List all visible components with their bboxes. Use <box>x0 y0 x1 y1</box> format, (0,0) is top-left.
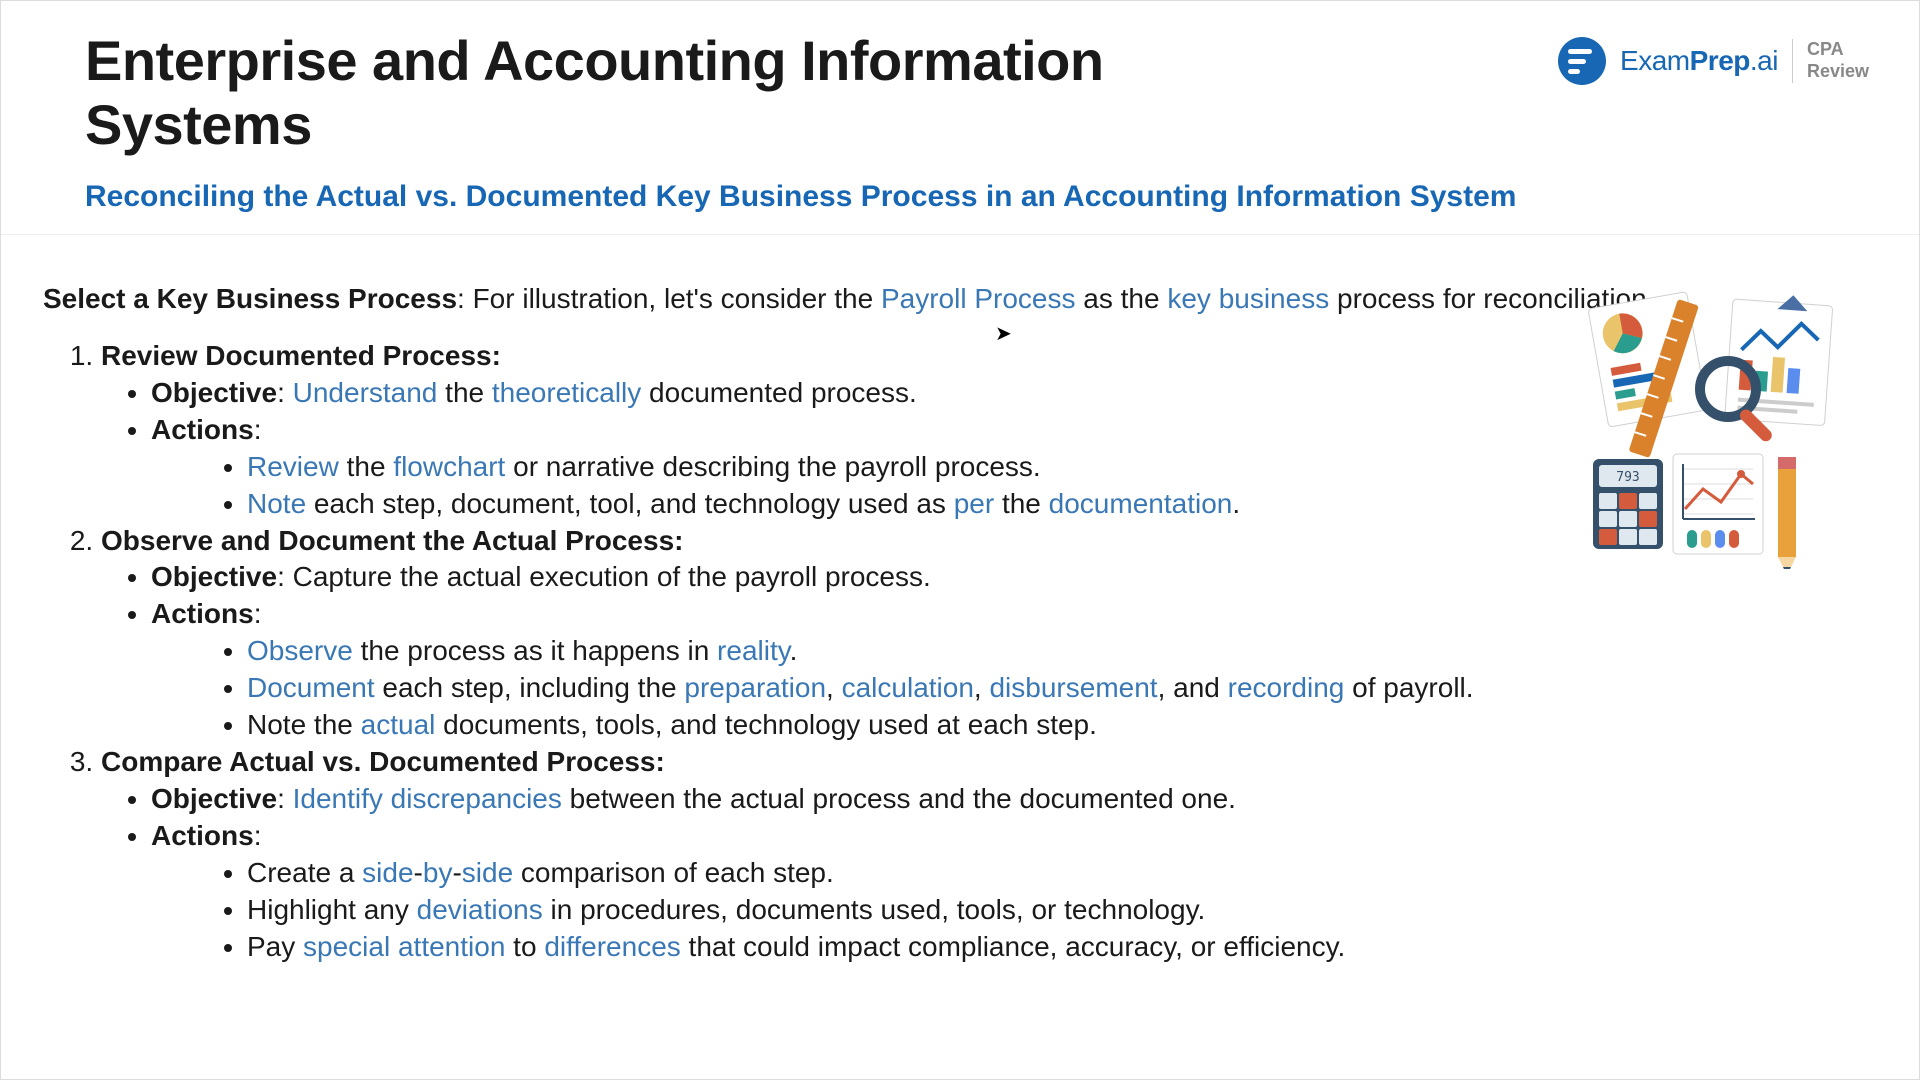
step-2-title: Observe and Document the Actual Process: <box>101 525 683 556</box>
page-subtitle: Reconciling the Actual vs. Documented Ke… <box>85 180 1859 214</box>
step-1-title: Review Documented Process: <box>101 340 501 371</box>
step-2-actions-label: Actions: Observe the process as it happe… <box>151 596 1859 744</box>
step-3-action-3: Pay special attention to differences tha… <box>247 929 1859 966</box>
content-body: ➤ Select a Key Business Process: For ill… <box>1 235 1919 966</box>
step-2-action-2: Document each step, including the prepar… <box>247 670 1859 707</box>
step-3-action-2: Highlight any deviations in procedures, … <box>247 892 1859 929</box>
header: Enterprise and Accounting Information Sy… <box>1 1 1919 235</box>
brand-divider <box>1792 39 1793 83</box>
brand-logo: ExamPrep.ai CPA Review <box>1558 37 1869 85</box>
svg-text:793: 793 <box>1616 470 1639 485</box>
brand-tagline: CPA Review <box>1807 39 1869 82</box>
page-title: Enterprise and Accounting Information Sy… <box>85 29 1285 158</box>
step-2-action-1: Observe the process as it happens in rea… <box>247 633 1859 670</box>
brand-logo-icon <box>1558 37 1606 85</box>
analytics-illustration-icon: 793 <box>1583 289 1863 569</box>
step-3-action-1: Create a side-by-side comparison of each… <box>247 855 1859 892</box>
slide: Enterprise and Accounting Information Sy… <box>0 0 1920 1080</box>
step-2-action-3: Note the actual documents, tools, and te… <box>247 707 1859 744</box>
step-3-actions-label: Actions: Create a side-by-side compariso… <box>151 818 1859 966</box>
step-3-objective: Objective: Identify discrepancies betwee… <box>151 781 1859 818</box>
brand-name: ExamPrep.ai <box>1620 45 1778 77</box>
step-3-title: Compare Actual vs. Documented Process: <box>101 746 665 777</box>
step-3: Compare Actual vs. Documented Process: O… <box>101 744 1859 966</box>
